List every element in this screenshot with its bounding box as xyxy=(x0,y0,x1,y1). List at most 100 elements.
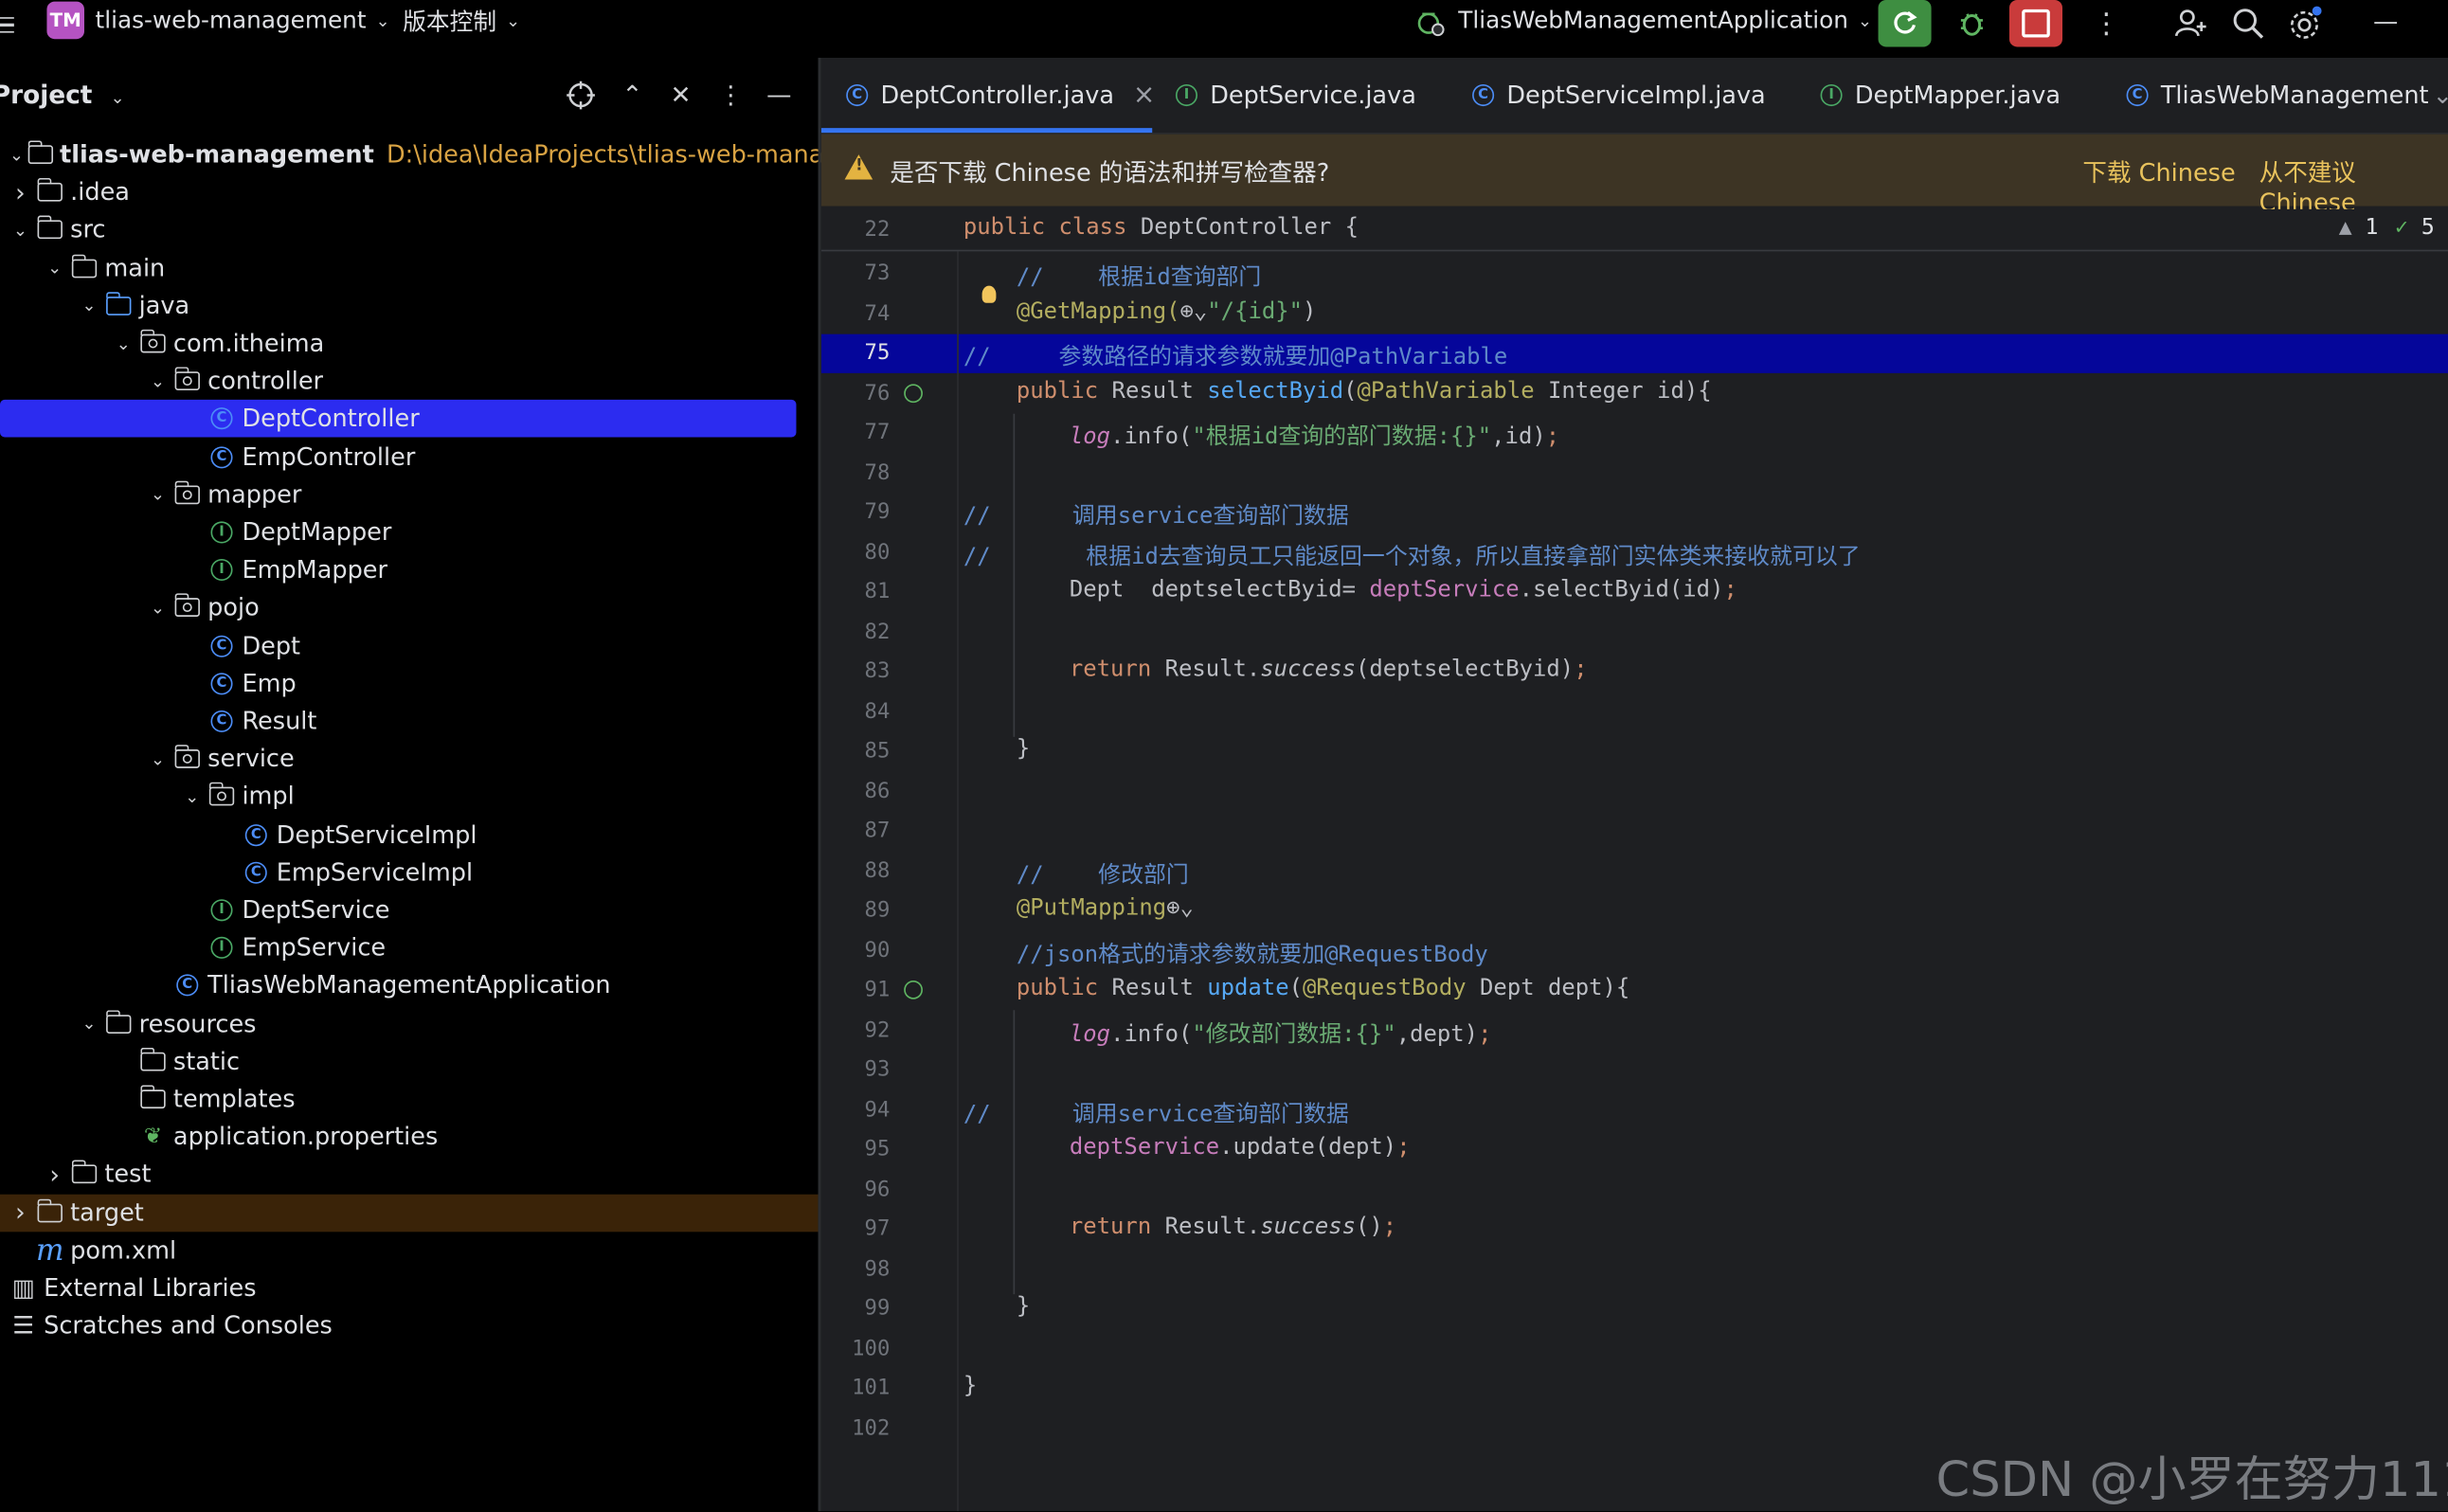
tree-item-application-properties[interactable]: ❦ application.properties xyxy=(0,1118,819,1156)
code-line[interactable]: 96 xyxy=(821,1170,2448,1209)
code-line[interactable]: 97 return Result.success(); xyxy=(821,1210,2448,1249)
tree-item-result[interactable]: C Result xyxy=(0,703,819,741)
tree-item-service[interactable]: ⌄ service xyxy=(0,740,819,778)
code-line[interactable]: 83 return Result.success(deptselectByid); xyxy=(821,653,2448,692)
search-icon[interactable] xyxy=(2231,3,2265,44)
tree-item--idea[interactable]: › .idea xyxy=(0,173,819,211)
code-line[interactable]: 91 public Result update(@RequestBody Dept… xyxy=(821,971,2448,1010)
rerun-button[interactable] xyxy=(1878,0,1932,47)
tree-item-deptmapper[interactable]: I DeptMapper xyxy=(0,513,819,551)
code-line[interactable]: 93 xyxy=(821,1051,2448,1089)
tree-item-src[interactable]: ⌄ src xyxy=(0,211,819,249)
code-line[interactable]: 100 xyxy=(821,1329,2448,1368)
tree-item-external-libraries[interactable]: ▥ External Libraries xyxy=(0,1269,819,1307)
tab-deptmapper-java[interactable]: I DeptMapper.java xyxy=(1820,58,2061,133)
tree-item-test[interactable]: › test xyxy=(0,1156,819,1194)
download-chinese-link[interactable]: 下载 Chinese xyxy=(2082,154,2235,189)
debug-button[interactable] xyxy=(1945,0,1998,46)
code-line[interactable]: 88 // 修改部门 xyxy=(821,852,2448,891)
code-line[interactable]: 79 // 调用service查询部门数据 xyxy=(821,494,2448,532)
sticky-scroll-header[interactable]: 22 public class DeptController { ▲ 1 ✓ 5 xyxy=(820,208,2448,252)
chevron-down-icon[interactable]: ⌄ xyxy=(9,220,31,240)
tree-item-target[interactable]: › target xyxy=(0,1194,819,1232)
code-line[interactable]: 73 // 根据id查询部门 xyxy=(821,255,2448,294)
inspection-ok-widget[interactable]: ✓ 5 xyxy=(2395,215,2435,240)
code-line[interactable]: 92 log.info("修改部门数据:{}",dept); xyxy=(821,1011,2448,1050)
project-view-selector[interactable]: Project ⌄ xyxy=(0,80,125,109)
code-line[interactable]: 99} xyxy=(821,1289,2448,1328)
tree-item-empservice[interactable]: I EmpService xyxy=(0,929,819,967)
code-line[interactable]: 101} xyxy=(821,1369,2448,1408)
stop-button[interactable] xyxy=(2008,0,2063,47)
chevron-down-icon[interactable]: ⌄ xyxy=(147,749,169,769)
tree-item-java[interactable]: ⌄ java xyxy=(0,287,819,325)
tree-item-pom-xml[interactable]: m pom.xml xyxy=(0,1232,819,1269)
chevron-down-icon[interactable]: ⌄ xyxy=(78,296,99,315)
code-line[interactable]: 82 xyxy=(821,613,2448,652)
tab-deptserviceimpl-java[interactable]: C DeptServiceImpl.java xyxy=(1472,58,1766,133)
more-tabs-chevron-icon[interactable]: ⌄ xyxy=(2433,58,2448,133)
tree-item-dept[interactable]: C Dept xyxy=(0,627,819,665)
locate-file-icon[interactable] xyxy=(566,80,597,111)
tree-item-emp[interactable]: C Emp xyxy=(0,665,819,703)
code-line[interactable]: 75 // 参数路径的请求参数就要加@PathVariable xyxy=(820,333,2448,373)
never-suggest-chinese-link[interactable]: 从不建议 Chinese xyxy=(2259,154,2448,217)
code-line[interactable]: 78 xyxy=(821,454,2448,493)
chevron-right-icon[interactable]: › xyxy=(44,1160,65,1189)
tab-tliaswebmanagement[interactable]: C TliasWebManagement xyxy=(2126,58,2429,133)
tree-item-mapper[interactable]: ⌄ mapper xyxy=(0,476,819,513)
tab-deptservice-java[interactable]: I DeptService.java xyxy=(1175,58,1416,133)
tree-item-empmapper[interactable]: I EmpMapper xyxy=(0,551,819,589)
chevron-right-icon[interactable]: › xyxy=(9,1197,31,1227)
tab-deptcontroller-java[interactable]: C DeptController.java × xyxy=(846,58,1155,133)
tree-item-deptservice[interactable]: I DeptService xyxy=(0,891,819,929)
tree-item-static[interactable]: static xyxy=(0,1043,819,1081)
spring-endpoint-icon[interactable] xyxy=(904,980,923,999)
more-options-icon[interactable]: ⋮ xyxy=(2092,3,2120,44)
vcs-menu[interactable]: 版本控制 ⌄ xyxy=(403,0,520,41)
tree-item-tliaswebmanagementapplication[interactable]: C TliasWebManagementApplication xyxy=(0,967,819,1005)
code-line[interactable]: 89 @PutMapping⊕⌄ xyxy=(821,891,2448,930)
tree-item-controller[interactable]: ⌄ controller xyxy=(0,363,819,401)
chevron-down-icon[interactable]: ⌄ xyxy=(113,333,135,353)
code-line[interactable]: 74 @GetMapping(⊕⌄"/{id}") xyxy=(821,295,2448,333)
code-line[interactable]: 86 xyxy=(821,772,2448,811)
code-line[interactable]: 87 xyxy=(821,812,2448,851)
code-with-me-icon[interactable] xyxy=(2173,3,2207,44)
code-line[interactable]: 81 Dept deptselectByid= deptService.selec… xyxy=(821,573,2448,612)
tree-item-resources[interactable]: ⌄ resources xyxy=(0,1005,819,1043)
tree-item-templates[interactable]: templates xyxy=(0,1080,819,1118)
tree-item-impl[interactable]: ⌄ impl xyxy=(0,778,819,816)
settings-gear-icon[interactable] xyxy=(2287,3,2325,44)
chevron-down-icon[interactable]: ⌄ xyxy=(78,1014,99,1034)
run-config-selector[interactable]: TliasWebManagementApplication ⌄ xyxy=(1414,0,1872,41)
tree-item-main[interactable]: ⌄ main xyxy=(0,249,819,287)
lightbulb-icon[interactable] xyxy=(981,284,997,302)
main-menu-icon[interactable] xyxy=(0,5,19,45)
tree-item-empserviceimpl[interactable]: C EmpServiceImpl xyxy=(0,854,819,891)
code-line[interactable]: 84 xyxy=(821,693,2448,731)
code-line[interactable]: 80 // 根据id去查询员工只能返回一个对象，所以直接拿部门实体类来接收就可以了 xyxy=(821,533,2448,572)
code-line[interactable]: 95 deptService.update(dept); xyxy=(821,1130,2448,1169)
project-switcher[interactable]: tlias-web-management ⌄ xyxy=(96,0,390,41)
chevron-down-icon[interactable]: ⌄ xyxy=(147,598,169,618)
more-options-icon[interactable]: ⋮ xyxy=(715,80,747,111)
minimize-window-button[interactable]: — xyxy=(2373,0,2398,41)
code-line[interactable]: 90 //json格式的请求参数就要加@RequestBody xyxy=(821,931,2448,970)
tree-item-tlias-web-management[interactable]: ⌄ tlias-web-management D:\idea\IdeaProject… xyxy=(0,135,917,173)
close-icon[interactable]: × xyxy=(1133,80,1155,111)
tree-item-empcontroller[interactable]: C EmpController xyxy=(0,438,819,476)
collapse-all-icon[interactable]: ✕ xyxy=(665,80,696,111)
tree-item-deptcontroller[interactable]: C DeptController xyxy=(0,400,797,439)
tree-item-deptserviceimpl[interactable]: C DeptServiceImpl xyxy=(0,816,819,854)
chevron-down-icon[interactable]: ⌄ xyxy=(147,484,169,504)
code-line[interactable]: 76 public Result selectByid(@PathVariable… xyxy=(821,374,2448,413)
project-badge[interactable]: TM xyxy=(46,1,84,40)
expand-all-icon[interactable]: ⌃ xyxy=(617,80,648,111)
chevron-right-icon[interactable]: › xyxy=(9,177,31,207)
code-line[interactable]: 77 log.info("根据id查询的部门数据:{}",id); xyxy=(821,414,2448,453)
tree-item-pojo[interactable]: ⌄ pojo xyxy=(0,589,819,627)
spring-endpoint-icon[interactable] xyxy=(904,383,923,403)
tree-item-scratches-and-consoles[interactable]: ☰ Scratches and Consoles xyxy=(0,1307,819,1345)
chevron-down-icon[interactable]: ⌄ xyxy=(9,144,24,164)
